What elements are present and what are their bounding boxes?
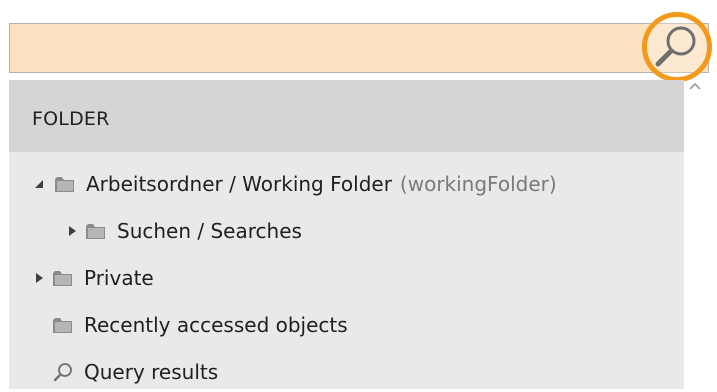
folder-icon <box>86 224 105 239</box>
tree-item-private[interactable]: Private <box>32 258 154 298</box>
tree-item-label: Query results <box>84 360 219 384</box>
tree-item-label: Suchen / Searches <box>117 219 302 243</box>
tree-item-sub-label: (workingFolder) <box>399 172 557 196</box>
expanded-arrow-icon[interactable] <box>32 177 46 191</box>
tree-item-recently-accessed[interactable]: Recently accessed objects <box>52 305 348 345</box>
search-bar <box>9 23 709 73</box>
panel-header: FOLDER <box>9 80 684 152</box>
search-input[interactable] <box>10 24 640 72</box>
magnifier-icon <box>53 363 72 382</box>
tree-item-working-folder[interactable]: Arbeitsordner / Working Folder (workingF… <box>32 164 557 204</box>
folder-panel: FOLDER Arbeitsordner / Working Folder (w… <box>9 80 684 389</box>
tree-item-query-results[interactable]: Query results <box>52 352 218 392</box>
collapsed-arrow-icon[interactable] <box>32 271 46 285</box>
folder-icon <box>53 318 72 333</box>
tree-item-label: Recently accessed objects <box>84 313 348 337</box>
collapsed-arrow-icon[interactable] <box>65 224 79 238</box>
folder-icon <box>55 177 74 192</box>
magnifier-icon <box>655 26 696 67</box>
folder-icon <box>53 271 72 286</box>
tree-item-searches[interactable]: Suchen / Searches <box>65 211 302 251</box>
tree-item-label: Arbeitsordner / Working Folder <box>86 172 392 196</box>
scroll-up-icon[interactable] <box>688 80 702 94</box>
panel-title: FOLDER <box>32 108 110 130</box>
tree-item-label: Private <box>84 266 154 290</box>
search-button[interactable] <box>642 12 712 82</box>
